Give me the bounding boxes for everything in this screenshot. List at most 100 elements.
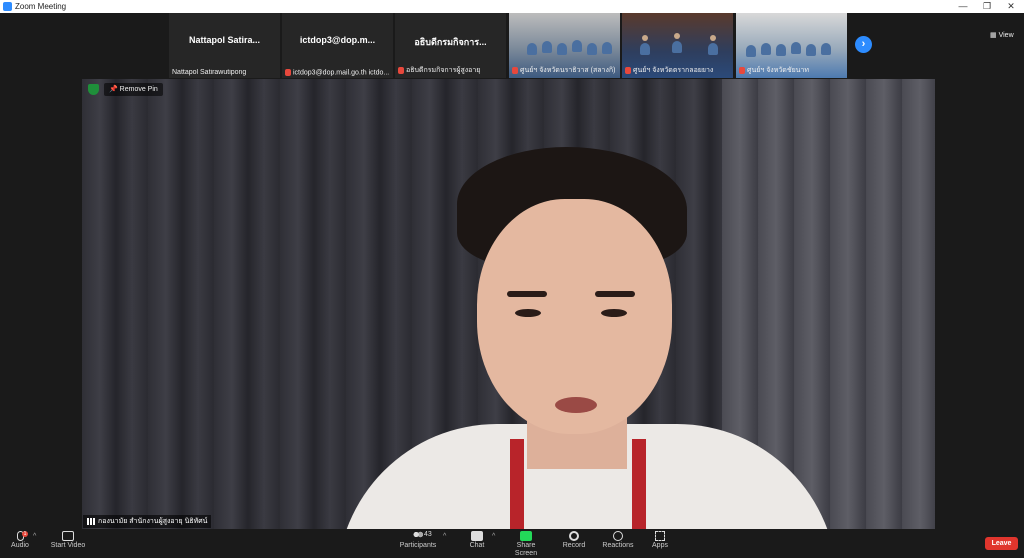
view-button[interactable]: ▦ View — [990, 31, 1014, 39]
close-button[interactable]: ✕ — [998, 0, 1024, 13]
record-label: Record — [562, 542, 586, 549]
participant-label: ศูนย์ฯ จังหวัดตรากลอยยาง — [625, 65, 713, 76]
share-screen-button[interactable]: Share Screen — [506, 531, 546, 558]
person-figure — [776, 44, 786, 56]
mic-muted-icon — [512, 66, 518, 74]
speaker-lanyard — [510, 439, 524, 529]
speaker-eye — [601, 309, 627, 317]
speaker-face — [477, 199, 672, 434]
main-video[interactable]: 📌 Remove Pin กองนามัย สำนักงานผู้สูงอายุ… — [82, 79, 935, 529]
participant-tile[interactable]: Nattapol Satira... Nattapol Satirawutipo… — [169, 13, 280, 78]
meeting-toolbar: 1 Audio ^ Start Video 43 Participants ^ … — [0, 529, 1024, 557]
participant-name: ศูนย์ฯ จังหวัดตรากลอยยาง — [633, 67, 714, 74]
speaker-mouth — [555, 397, 597, 413]
signal-bars-icon — [87, 517, 95, 525]
participant-tile[interactable]: ictdop3@dop.m... ictdop3@dop.mail.go.th … — [282, 13, 393, 78]
gallery-next-button[interactable]: › — [855, 36, 872, 53]
view-label: View — [998, 32, 1014, 39]
participant-name: อธิบดีกรมกิจการผู้สูงอายุ — [406, 67, 481, 74]
participant-name: ศูนย์ฯ จังหวัดนราธิวาส (สลางกิ) — [520, 67, 616, 74]
chat-options-caret[interactable]: ^ — [492, 533, 495, 540]
apps-button[interactable]: Apps — [640, 531, 680, 550]
video-camera-off-icon — [62, 531, 74, 541]
chat-label: Chat — [469, 542, 485, 549]
participant-label: อธิบดีกรมกิจการผู้สูงอายุ — [398, 65, 480, 76]
participant-center-name: ictdop3@dop.m... — [299, 35, 376, 45]
person-figure — [640, 43, 650, 55]
speaker-brow — [595, 291, 635, 297]
mic-muted-icon — [285, 68, 291, 76]
speaker-name: กองนามัย สำนักงานผู้สูงอายุ นิธิทัศน์ — [98, 518, 208, 525]
chat-icon — [471, 531, 483, 541]
participant-video-tile[interactable]: ศูนย์ฯ จังหวัดนราธิวาส (สลางกิ) — [509, 13, 620, 78]
gallery-strip: Nattapol Satira... Nattapol Satirawutipo… — [0, 13, 1024, 78]
zoom-logo-icon — [3, 2, 12, 11]
person-figure — [602, 42, 612, 54]
person-figure — [672, 41, 682, 53]
audio-label: Audio — [11, 542, 29, 549]
participants-icon — [412, 531, 424, 541]
remove-pin-label: Remove Pin — [119, 86, 158, 93]
participant-name: ictdop3@dop.mail.go.th ictdo... — [293, 69, 390, 76]
minimize-button[interactable]: — — [950, 0, 976, 13]
audio-options-caret[interactable]: ^ — [33, 533, 36, 540]
participant-video-tile[interactable]: ศูนย์ฯ จังหวัดชัยนาท — [736, 13, 847, 78]
mic-muted-icon — [739, 66, 745, 74]
participant-label: ศูนย์ฯ จังหวัดชัยนาท — [739, 65, 809, 76]
remove-pin-button[interactable]: 📌 Remove Pin — [104, 83, 163, 96]
apps-label: Apps — [652, 542, 668, 549]
pin-icon: 📌 — [109, 86, 118, 93]
reactions-label: Reactions — [602, 542, 634, 549]
person-figure — [557, 43, 567, 55]
person-figure — [761, 43, 771, 55]
person-figure — [806, 44, 816, 56]
person-figure — [791, 42, 801, 54]
apps-icon — [655, 531, 665, 541]
person-figure — [708, 43, 718, 55]
speaker-eye — [515, 309, 541, 317]
participants-count: 43 — [424, 531, 432, 538]
person-head — [710, 35, 716, 41]
participants-label: Participants — [399, 542, 437, 549]
person-figure — [746, 45, 756, 57]
reactions-icon — [613, 531, 623, 541]
participant-center-name: Nattapol Satira... — [188, 35, 260, 45]
chat-button[interactable]: Chat — [457, 531, 497, 550]
participant-video-tile[interactable]: ศูนย์ฯ จังหวัดตรากลอยยาง — [622, 13, 733, 78]
start-video-label: Start Video — [50, 542, 86, 549]
participants-button[interactable]: 43 Participants — [398, 531, 438, 550]
speaker-name-tag: กองนามัย สำนักงานผู้สูงอายุ นิธิทัศน์ — [83, 515, 212, 528]
participant-label: ศูนย์ฯ จังหวัดนราธิวาส (สลางกิ) — [512, 65, 615, 76]
participant-name: ศูนย์ฯ จังหวัดชัยนาท — [747, 67, 809, 74]
person-figure — [527, 43, 537, 55]
record-button[interactable]: Record — [554, 531, 594, 550]
share-screen-icon — [520, 531, 532, 541]
start-video-button[interactable]: Start Video — [48, 531, 88, 550]
participant-label: ictdop3@dop.mail.go.th ictdo... — [285, 68, 390, 76]
share-screen-label: Share Screen — [514, 542, 538, 557]
person-figure — [587, 43, 597, 55]
participant-label: Nattapol Satirawutipong — [172, 69, 246, 76]
record-icon — [569, 531, 579, 541]
reactions-button[interactable]: Reactions — [598, 531, 638, 550]
audio-badge: 1 — [22, 531, 28, 537]
person-figure — [542, 41, 552, 53]
window-title: Zoom Meeting — [15, 2, 67, 11]
participant-tile[interactable]: อธิบดีกรมกิจการ... อธิบดีกรมกิจการผู้สูง… — [395, 13, 506, 78]
leave-button[interactable]: Leave — [985, 537, 1018, 550]
person-head — [674, 33, 680, 39]
speaker-brow — [507, 291, 547, 297]
participants-options-caret[interactable]: ^ — [443, 533, 446, 540]
speaker-lanyard — [632, 439, 646, 529]
participant-name: Nattapol Satirawutipong — [172, 69, 247, 76]
person-figure — [572, 40, 582, 52]
encryption-shield-icon[interactable] — [88, 84, 99, 95]
mic-muted-icon — [625, 66, 631, 74]
grid-icon: ▦ — [990, 32, 997, 39]
person-head — [642, 35, 648, 41]
mic-muted-icon — [398, 66, 404, 74]
participant-center-name: อธิบดีกรมกิจการ... — [414, 37, 487, 47]
maximize-button[interactable]: ❐ — [974, 0, 1000, 13]
title-bar: Zoom Meeting — ❐ ✕ — [0, 0, 1024, 13]
person-figure — [821, 43, 831, 55]
